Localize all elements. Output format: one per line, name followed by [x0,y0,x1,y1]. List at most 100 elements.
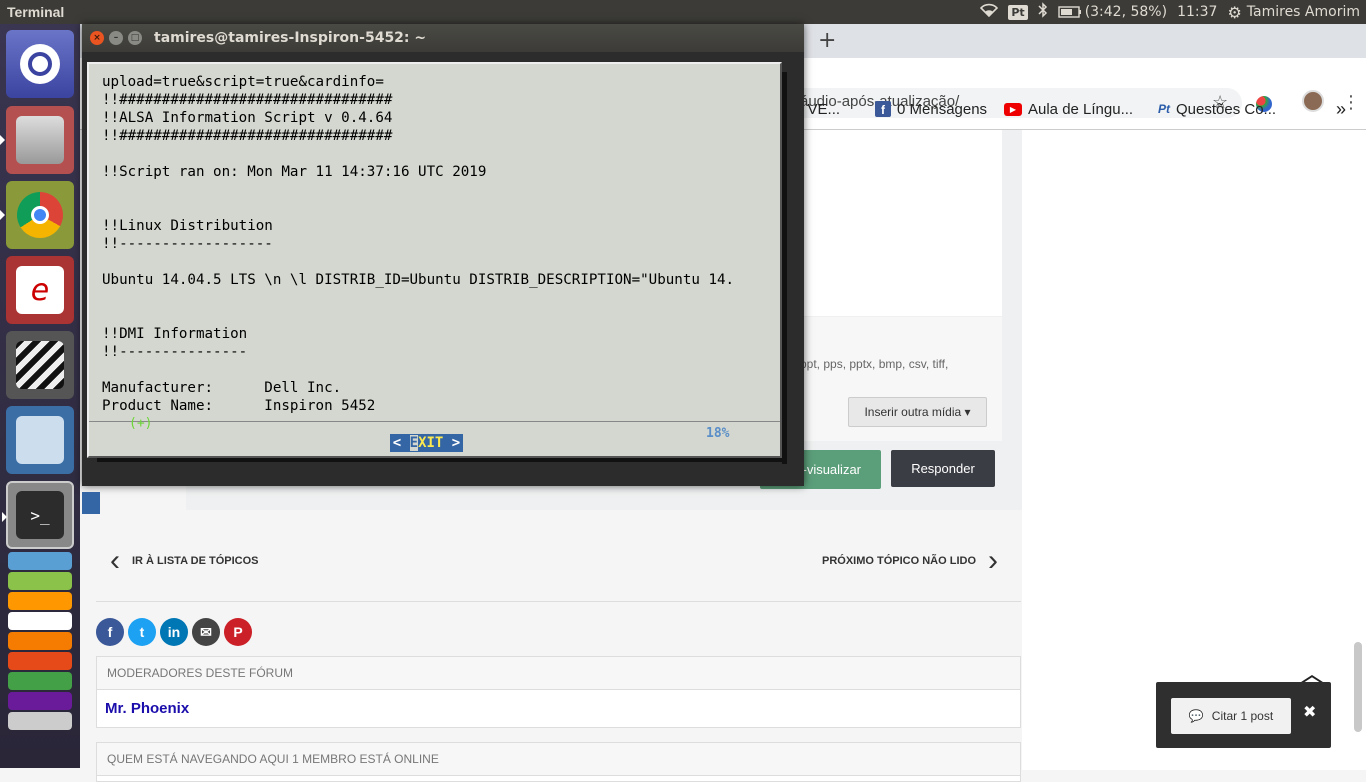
share-twitter-icon[interactable]: t [128,618,156,646]
battery-icon [1057,6,1081,18]
terminal-content[interactable]: upload=true&script=true&cardinfo= !!####… [82,52,804,514]
chat-bubble-icon: 💬 [1188,709,1204,723]
exit-hotkey: E [409,435,419,451]
terminal-window[interactable]: × – □ tamires@tamires-Inspiron-5452: ~ u… [82,24,804,514]
launcher-stacked-item[interactable] [8,632,72,650]
top-panel: Terminal Pt (3:42, 58%) 11:37 ⚙ Tamires … [0,0,1366,24]
share-pinterest-icon[interactable]: P [224,618,252,646]
clapperboard-icon [16,341,64,389]
chrome-icon [17,192,63,238]
launcher-stacked-item[interactable] [8,692,72,710]
exit-button[interactable]: < E XIT > [390,434,463,452]
launcher-stacked-item[interactable] [8,552,72,570]
share-email-icon[interactable]: ✉ [192,618,220,646]
bookmark-label: Questões Co... [1176,100,1277,118]
bluetooth-icon[interactable] [1038,2,1048,22]
exit-label: XIT [418,435,444,451]
text-line: !!################################ [102,92,393,108]
text-line: upload=true&script=true&cardinfo= [102,74,384,90]
terminal-titlebar[interactable]: × – □ tamires@tamires-Inspiron-5452: ~ [82,24,804,52]
launcher-files[interactable] [0,106,74,174]
launcher-dash-button[interactable] [6,30,74,98]
clock[interactable]: 11:37 [1177,4,1217,20]
launcher-stacked-item[interactable] [8,592,72,610]
quote-posts-label: Citar 1 post [1211,709,1274,723]
dialog-separator [89,421,780,422]
scroll-percentage: 18% [706,426,730,441]
text-line: Product Name: Inspiron 5452 [102,398,376,414]
reply-button[interactable]: Responder [891,450,995,487]
magnifier-icon [16,416,64,464]
reply-editor[interactable] [780,130,1002,316]
new-tab-button[interactable]: + [818,28,836,53]
user-name: Tamires Amorim [1246,4,1360,20]
divider [96,601,1021,602]
evince-icon: e [16,266,64,314]
launcher-stacked-item[interactable] [8,712,72,730]
qc-icon: Pt [1158,102,1170,116]
launcher-bar: e >_ [0,24,80,768]
terminal-background-strip [82,492,100,514]
text-line: !!------------------ [102,236,273,252]
chevron-right-icon: › [988,544,999,577]
text-line: !!Linux Distribution [102,218,273,234]
back-to-list-label: IR À LISTA DE TÓPICOS [132,555,259,567]
bookmark-label: 0 Mensagens [897,100,988,118]
launcher-document-viewer[interactable]: e [6,256,74,324]
dialog-shadow [97,458,787,462]
wifi-icon[interactable] [980,3,999,21]
share-linkedin-icon[interactable]: in [160,618,188,646]
quote-posts-button[interactable]: 💬 Citar 1 post [1171,698,1291,734]
launcher-stacked-item[interactable] [8,672,72,690]
launcher-chrome[interactable] [0,181,74,249]
launcher-image-viewer[interactable] [6,406,74,474]
battery-text: (3:42, 58%) [1084,4,1168,20]
profile-avatar[interactable] [1302,90,1324,112]
active-app-title: Terminal [7,4,65,20]
text-line: Manufacturer: Dell Inc. [102,380,342,396]
more-bookmarks-button[interactable]: » [1336,99,1346,119]
moderators-box: MODERADORES DESTE FÓRUM Mr. Phoenix [96,656,1021,728]
back-to-list-link[interactable]: ‹ IR À LISTA DE TÓPICOS [110,546,259,576]
moderator-link[interactable]: Mr. Phoenix [97,690,1020,727]
bookmark-item[interactable]: f 0 Mensagens [875,99,987,119]
next-topic-link[interactable]: PRÓXIMO TÓPICO NÃO LIDO › [822,544,999,577]
moderators-heading: MODERADORES DESTE FÓRUM [97,657,1020,690]
session-menu[interactable]: ⚙ Tamires Amorim [1227,3,1360,22]
allowed-file-types: ppt, pps, pptx, bmp, csv, tiff, [800,357,949,371]
more-text-indicator: (+) [129,416,153,431]
close-window-icon[interactable]: × [90,31,104,45]
bookmark-item[interactable]: ▶ Aula de Língu... [1004,99,1133,119]
keyboard-layout-indicator[interactable]: Pt [1008,4,1028,20]
launcher-stacked-item[interactable] [8,652,72,670]
text-line: !!--------------- [102,344,248,360]
bookmark-item[interactable]: Pt Questões Co... [1158,99,1276,119]
launcher-stacked-item[interactable] [8,572,72,590]
launcher-video-editor[interactable] [6,331,74,399]
multiquote-panel: 💬 Citar 1 post ✖ [1156,682,1331,748]
insert-media-button[interactable]: Inserir outra mídia ▾ [848,397,987,427]
minimize-window-icon[interactable]: – [109,31,123,45]
page-scrollbar[interactable] [1354,642,1362,732]
maximize-window-icon[interactable]: □ [128,31,142,45]
share-facebook-icon[interactable]: f [96,618,124,646]
browsing-heading: QUEM ESTÁ NAVEGANDO AQUI 1 MEMBRO ESTÁ O… [97,743,1020,776]
dialog-textbox[interactable]: upload=true&script=true&cardinfo= !!####… [87,62,782,458]
text-line: !!DMI Information [102,326,248,342]
launcher-stacked-item[interactable] [8,612,72,630]
bookmark-label: Aula de Língu... [1028,100,1134,118]
text-line: !!Script ran on: Mon Mar 11 14:37:16 UTC… [102,164,487,180]
facebook-icon: f [875,101,891,117]
dialog-shadow [782,72,787,464]
text-line: !!ALSA Information Script v 0.4.64 [102,110,393,126]
terminal-title: tamires@tamires-Inspiron-5452: ~ [154,30,427,46]
text-line: Ubuntu 14.04.5 LTS \n \l DISTRIB_ID=Ubun… [102,272,735,288]
close-icon[interactable]: ✖ [1303,702,1316,721]
next-topic-label: PRÓXIMO TÓPICO NÃO LIDO [822,555,977,567]
terminal-icon: >_ [16,491,64,539]
launcher-terminal[interactable]: >_ [2,481,74,549]
exit-bracket-left: < [392,435,410,451]
indicator-area: Pt (3:42, 58%) 11:37 ⚙ Tamires Amorim [980,0,1360,24]
browsing-box: QUEM ESTÁ NAVEGANDO AQUI 1 MEMBRO ESTÁ O… [96,742,1021,782]
battery-indicator[interactable]: (3:42, 58%) [1057,4,1168,20]
